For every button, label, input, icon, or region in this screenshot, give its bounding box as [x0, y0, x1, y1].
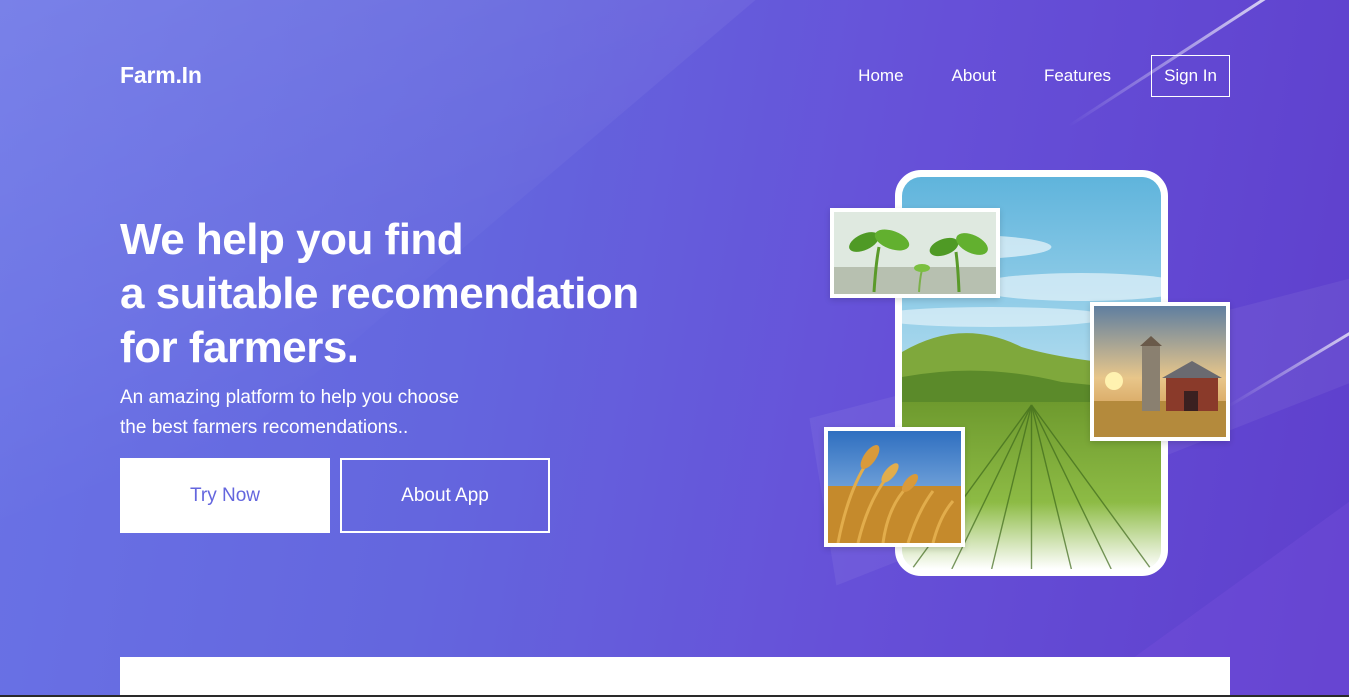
decorative-streak: [1227, 327, 1349, 408]
about-app-button[interactable]: About App: [340, 458, 550, 533]
sprouts-photo: [830, 208, 1000, 298]
hero-subtitle-line: An amazing platform to help you choose: [120, 387, 460, 408]
nav-link-about[interactable]: About: [952, 66, 996, 86]
hero-subtitle: An amazing platform to help you choose t…: [120, 383, 459, 443]
barn-photo: [1090, 302, 1230, 441]
brand-logo[interactable]: Farm.In: [120, 62, 202, 89]
hero-title-line: a suitable recomendation: [120, 269, 639, 318]
content-card: [120, 657, 1230, 697]
sign-in-button[interactable]: Sign In: [1151, 54, 1230, 97]
try-now-button[interactable]: Try Now: [120, 458, 330, 533]
nav-link-features[interactable]: Features: [1044, 66, 1111, 86]
hero-title-line: for farmers.: [120, 323, 359, 372]
nav-links: Home About Features Sign In: [810, 54, 1230, 97]
nav-link-home[interactable]: Home: [858, 66, 903, 86]
hero-title: We help you find a suitable recomendatio…: [120, 213, 639, 375]
hero-subtitle-line: the best farmers recomendations..: [120, 417, 409, 438]
wheat-photo: [824, 427, 965, 547]
top-navbar: Farm.In Home About Features Sign In: [120, 54, 1230, 97]
hero-title-line: We help you find: [120, 215, 464, 264]
